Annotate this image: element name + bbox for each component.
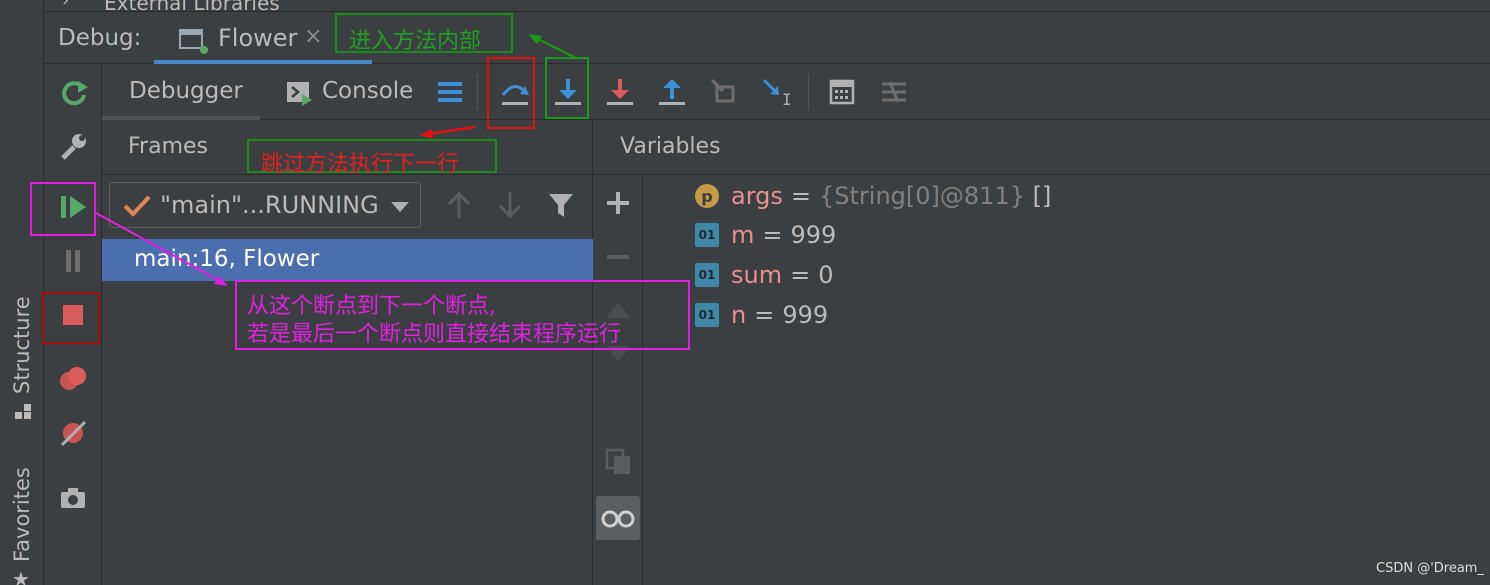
watermark: CSDN @'Dream_ bbox=[1376, 561, 1484, 576]
annotation-arrows bbox=[95, 34, 579, 286]
arrow-step-over-annotation bbox=[420, 125, 476, 139]
annotation-resume-line2: 若是最后一个断点则直接结束程序运行 bbox=[247, 322, 622, 347]
arrow-resume-annotation bbox=[95, 212, 228, 286]
annotation-step-over-text: 跳过方法执行下一行 bbox=[261, 152, 460, 177]
annotation-step-into-text: 进入方法内部 bbox=[349, 29, 482, 54]
arrow-step-into-annotation bbox=[528, 34, 579, 60]
annotation-step-into: 进入方法内部 bbox=[335, 13, 513, 54]
annotation-resume: 从这个断点到下一个断点, 若是最后一个断点则直接结束程序运行 bbox=[235, 280, 690, 350]
annotation-step-over: 跳过方法执行下一行 bbox=[247, 139, 497, 177]
